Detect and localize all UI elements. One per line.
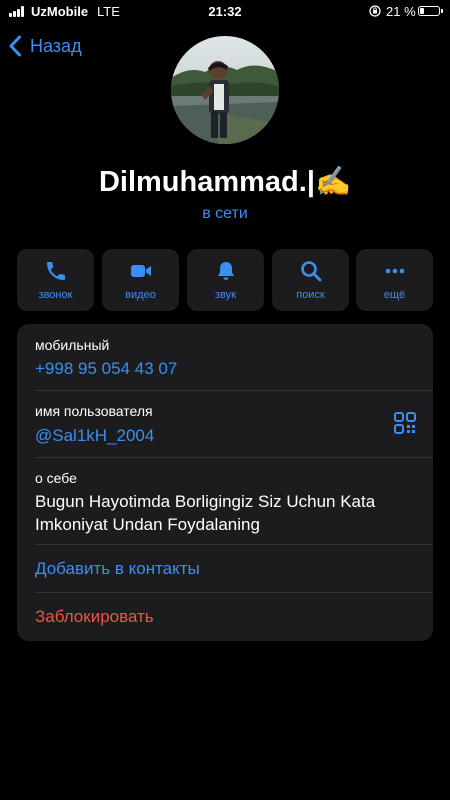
block-row[interactable]: Заблокировать bbox=[17, 593, 433, 641]
add-contact-row[interactable]: Добавить в контакты bbox=[17, 545, 433, 592]
more-label: ещё bbox=[383, 289, 406, 301]
qr-code-icon[interactable] bbox=[394, 412, 416, 434]
back-button[interactable]: Назад bbox=[8, 33, 82, 59]
phone-number[interactable]: +998 95 054 43 07 bbox=[35, 359, 177, 379]
about-text: Bugun Hayotimda Borligingiz Siz Uchun Ka… bbox=[35, 492, 376, 534]
search-icon bbox=[300, 261, 321, 282]
mobile-label: мобильный bbox=[35, 337, 110, 353]
phone-icon bbox=[46, 262, 65, 280]
profile-name: Dilmuhammad.|✍️ bbox=[98, 166, 352, 198]
block-user-button[interactable]: Заблокировать bbox=[35, 607, 154, 627]
avatar[interactable] bbox=[171, 36, 279, 144]
battery-icon bbox=[418, 6, 443, 16]
add-to-contacts-button[interactable]: Добавить в контакты bbox=[35, 559, 200, 579]
online-status: в сети bbox=[202, 205, 248, 222]
username-value[interactable]: @Sal1kH_2004 bbox=[35, 426, 154, 446]
info-card: мобильный +998 95 054 43 07 имя пользова… bbox=[17, 324, 433, 641]
sound-button[interactable]: звук bbox=[187, 249, 264, 311]
back-label: Назад bbox=[30, 35, 82, 56]
status-time: 21:32 bbox=[208, 4, 242, 19]
sound-label: звук bbox=[215, 289, 236, 301]
about-label: о себе bbox=[35, 470, 77, 486]
chevron-left-icon bbox=[9, 35, 21, 57]
video-label: видео bbox=[125, 289, 156, 301]
about-row: о себе Bugun Hayotimda Borligingiz Siz U… bbox=[17, 458, 433, 544]
battery-percentage: 21 % bbox=[386, 4, 416, 19]
video-camera-icon bbox=[130, 265, 151, 277]
avatar-photo bbox=[171, 36, 279, 144]
status-bar: UzMobile LTE 21:32 21 % bbox=[0, 0, 450, 24]
mobile-row[interactable]: мобильный +998 95 054 43 07 bbox=[17, 324, 433, 390]
more-button[interactable]: ещё bbox=[356, 249, 433, 311]
search-label: поиск bbox=[296, 289, 325, 301]
call-button[interactable]: звонок bbox=[17, 249, 94, 311]
search-button[interactable]: поиск bbox=[272, 249, 349, 311]
action-bar: звонок видео звук поиск ещё bbox=[17, 249, 433, 311]
call-label: звонок bbox=[38, 289, 73, 301]
more-icon bbox=[385, 268, 404, 274]
bell-icon bbox=[217, 262, 234, 280]
username-label: имя пользователя bbox=[35, 403, 153, 419]
username-row[interactable]: имя пользователя @Sal1kH_2004 bbox=[17, 391, 433, 457]
video-button[interactable]: видео bbox=[102, 249, 179, 311]
orientation-lock-icon bbox=[369, 5, 381, 17]
